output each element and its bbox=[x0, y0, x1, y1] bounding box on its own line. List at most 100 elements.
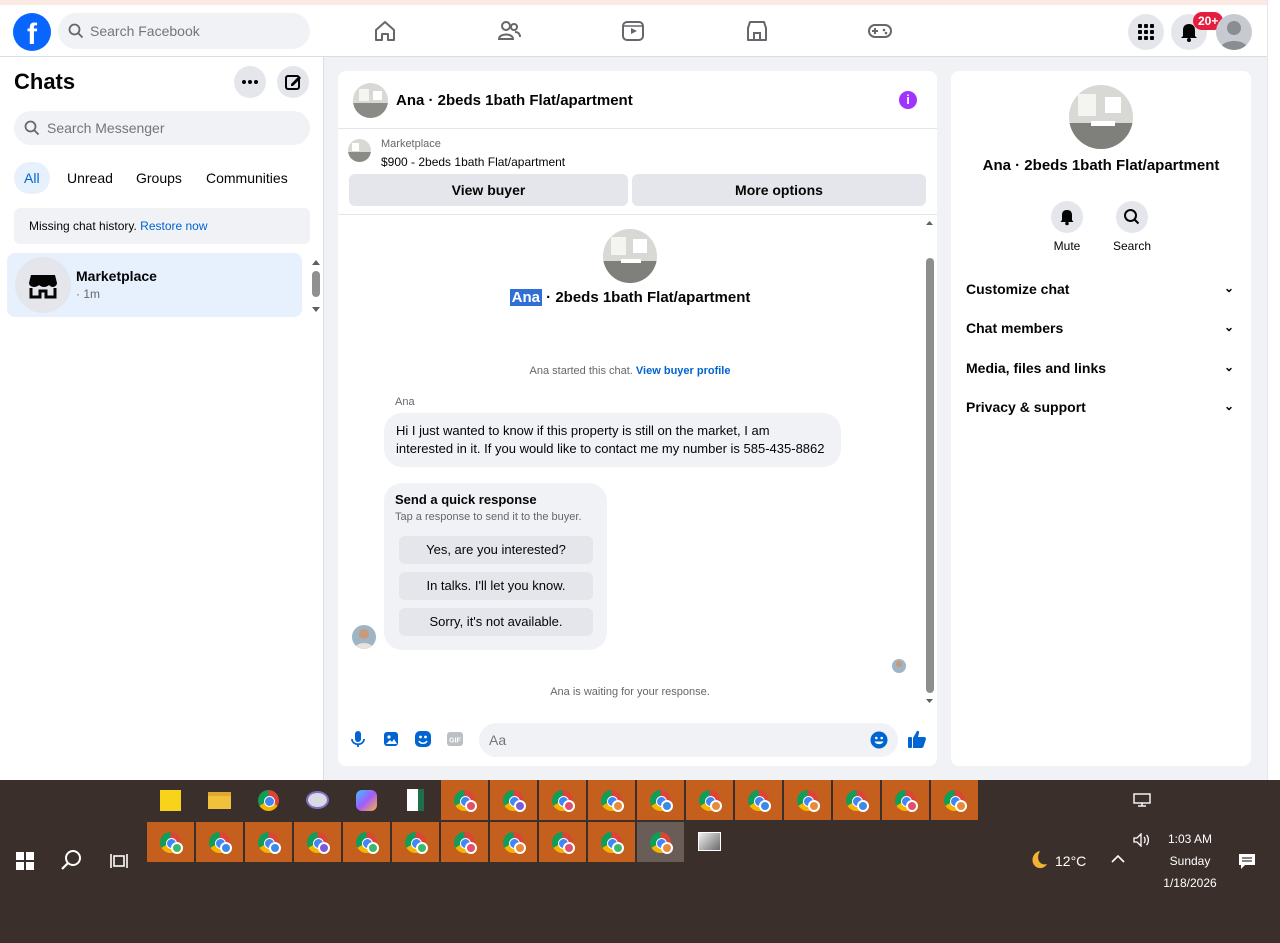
sticky-notes-app[interactable] bbox=[147, 780, 194, 820]
chrome-profile-window[interactable] bbox=[196, 822, 243, 862]
quick-response-button[interactable]: Sorry, it's not available. bbox=[399, 608, 593, 636]
facebook-search-input[interactable] bbox=[90, 13, 300, 49]
chrome-profile-window[interactable] bbox=[784, 780, 831, 820]
chat-options-button[interactable] bbox=[234, 66, 266, 98]
chrome-profile-window[interactable] bbox=[392, 822, 439, 862]
chrome-profile-window[interactable] bbox=[539, 822, 586, 862]
customize-chat-section[interactable]: Customize chat ⌄ bbox=[966, 281, 1236, 301]
chrome-profile-window[interactable] bbox=[882, 780, 929, 820]
weather-temperature[interactable]: 12°C bbox=[1055, 853, 1086, 869]
view-buyer-profile-link[interactable]: View buyer profile bbox=[636, 365, 731, 377]
person-photo-icon bbox=[352, 625, 376, 649]
sticker-icon[interactable] bbox=[414, 730, 432, 748]
profile-avatar[interactable] bbox=[1216, 14, 1252, 50]
chrome-profile-window[interactable] bbox=[588, 822, 635, 862]
profile-icon bbox=[955, 800, 967, 812]
quick-response-button[interactable]: Yes, are you interested? bbox=[399, 536, 593, 564]
clock-date[interactable]: 1/18/2026 bbox=[1155, 876, 1225, 890]
chrome-profile-window[interactable] bbox=[490, 822, 537, 862]
more-options-button[interactable]: More options bbox=[632, 174, 926, 206]
home-icon[interactable] bbox=[372, 18, 398, 44]
chrome-profile-window[interactable] bbox=[441, 822, 488, 862]
listing-thumbnail[interactable] bbox=[348, 139, 371, 162]
thread-scrollbar[interactable] bbox=[922, 216, 937, 711]
filter-unread[interactable]: Unread bbox=[57, 162, 123, 194]
facebook-logo[interactable]: f bbox=[13, 13, 51, 51]
copilot-app[interactable] bbox=[343, 780, 390, 820]
chrome-profile-window[interactable] bbox=[735, 780, 782, 820]
file-explorer-app[interactable] bbox=[196, 780, 243, 820]
waiting-status: Ana is waiting for your response. bbox=[550, 686, 710, 698]
view-buyer-button[interactable]: View buyer bbox=[349, 174, 628, 206]
chat-item-marketplace[interactable]: Marketplace · 1m bbox=[7, 253, 302, 317]
quick-response-button[interactable]: In talks. I'll let you know. bbox=[399, 572, 593, 600]
filter-groups[interactable]: Groups bbox=[126, 162, 192, 194]
photo-icon[interactable] bbox=[382, 730, 400, 748]
incoming-message[interactable]: Hi I just wanted to know if this propert… bbox=[384, 413, 841, 467]
media-files-links-section[interactable]: Media, files and links ⌄ bbox=[966, 360, 1236, 380]
conversation-title[interactable]: Ana · 2beds 1bath Flat/apartment bbox=[396, 92, 633, 109]
like-thumb-icon[interactable] bbox=[907, 729, 927, 749]
chrome-profile-window[interactable] bbox=[931, 780, 978, 820]
details-avatar[interactable] bbox=[1069, 85, 1133, 149]
messenger-search-input[interactable] bbox=[47, 111, 297, 145]
taskbar-search-icon[interactable] bbox=[60, 848, 84, 872]
document-app[interactable] bbox=[392, 780, 439, 820]
chrome-profile-window[interactable] bbox=[147, 822, 194, 862]
search-action[interactable]: Search bbox=[1102, 201, 1162, 253]
chrome-app[interactable] bbox=[245, 780, 292, 820]
microphone-icon[interactable] bbox=[349, 730, 367, 748]
sidebar-scrollbar[interactable] bbox=[309, 257, 323, 317]
profile-icon bbox=[514, 842, 526, 854]
privacy-support-section[interactable]: Privacy & support ⌄ bbox=[966, 399, 1236, 419]
search-in-chat-button[interactable] bbox=[1116, 201, 1148, 233]
notification-center-icon[interactable] bbox=[1238, 853, 1256, 870]
task-view-icon[interactable] bbox=[110, 852, 130, 870]
chevron-up-icon[interactable] bbox=[1111, 854, 1125, 864]
chrome-profile-window[interactable] bbox=[637, 780, 684, 820]
chrome-profile-window[interactable] bbox=[490, 780, 537, 820]
listing-title[interactable]: $900 - 2beds 1bath Flat/apartment bbox=[381, 155, 565, 169]
listing-avatar[interactable] bbox=[353, 83, 388, 118]
clock-time[interactable]: 1:03 AM bbox=[1160, 832, 1220, 846]
clock-day[interactable]: Sunday bbox=[1160, 854, 1220, 868]
mute-button[interactable] bbox=[1051, 201, 1083, 233]
image-viewer-app[interactable] bbox=[686, 822, 733, 862]
network-icon[interactable] bbox=[1133, 793, 1151, 807]
chrome-profile-window[interactable] bbox=[294, 822, 341, 862]
message-input-box[interactable] bbox=[479, 723, 898, 757]
filter-communities[interactable]: Communities bbox=[196, 162, 298, 194]
chat-started-note: Ana started this chat. View buyer profil… bbox=[338, 365, 922, 377]
restore-now-link[interactable]: Restore now bbox=[140, 219, 207, 233]
message-input[interactable] bbox=[489, 723, 859, 757]
chat-members-section[interactable]: Chat members ⌄ bbox=[966, 320, 1236, 340]
messenger-search-box[interactable] bbox=[14, 111, 310, 145]
friends-icon[interactable] bbox=[496, 18, 522, 44]
chrome-profile-window[interactable] bbox=[343, 822, 390, 862]
chrome-profile-window[interactable] bbox=[588, 780, 635, 820]
video-icon[interactable] bbox=[620, 18, 646, 44]
chrome-profile-window[interactable] bbox=[441, 780, 488, 820]
profile-icon bbox=[171, 842, 183, 854]
emoji-icon[interactable] bbox=[870, 731, 888, 749]
page-scrollbar[interactable] bbox=[1267, 0, 1280, 780]
marketplace-icon[interactable] bbox=[744, 18, 770, 44]
menu-grid-button[interactable] bbox=[1128, 14, 1164, 50]
filter-all[interactable]: All bbox=[14, 162, 50, 194]
chrome-profile-window[interactable] bbox=[539, 780, 586, 820]
new-message-button[interactable] bbox=[277, 66, 309, 98]
gaming-icon[interactable] bbox=[867, 18, 893, 44]
facebook-search-box[interactable] bbox=[58, 13, 310, 49]
info-icon[interactable]: i bbox=[899, 91, 917, 109]
speaker-icon[interactable] bbox=[1133, 833, 1151, 847]
sender-avatar[interactable] bbox=[352, 625, 376, 649]
windows-start-icon[interactable] bbox=[16, 852, 34, 870]
mute-action[interactable]: Mute bbox=[1037, 201, 1097, 253]
moon-weather-icon[interactable] bbox=[1026, 849, 1048, 871]
gif-icon[interactable]: GIF bbox=[446, 730, 464, 748]
paint-app[interactable] bbox=[294, 780, 341, 820]
chrome-profile-window[interactable] bbox=[686, 780, 733, 820]
chrome-profile-window[interactable] bbox=[245, 822, 292, 862]
chrome-active-window[interactable] bbox=[637, 822, 684, 862]
chrome-profile-window[interactable] bbox=[833, 780, 880, 820]
